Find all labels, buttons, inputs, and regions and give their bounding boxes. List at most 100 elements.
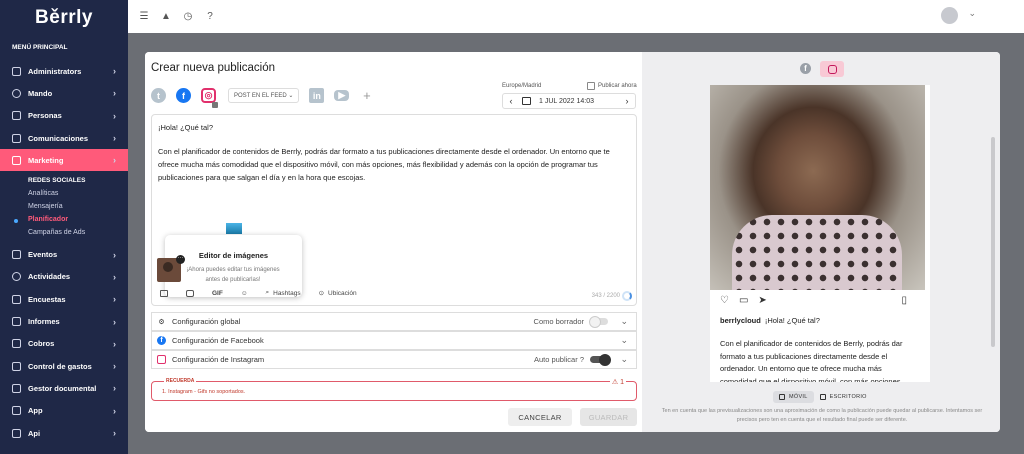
checkbox-icon[interactable]	[587, 82, 595, 90]
bell-icon[interactable]: ▲	[160, 11, 172, 23]
youtube-icon[interactable]: ▶	[334, 90, 350, 101]
publish-now-checkbox[interactable]: Publicar ahora	[587, 82, 637, 90]
date-value[interactable]: 1 JUL 2022 14:03	[539, 98, 619, 105]
instagram-icon	[827, 64, 837, 74]
hashtags-button[interactable]: ⌕ Hashtags	[265, 289, 300, 297]
mode-mobile-button[interactable]: MÓVIL	[773, 391, 814, 403]
sidebar-item-mando[interactable]: Mando ›	[0, 82, 128, 104]
video-icon[interactable]	[186, 289, 194, 297]
activity-icon	[12, 272, 21, 282]
chevron-right-icon: ›	[113, 383, 116, 394]
sidebar-item-api[interactable]: Api ›	[0, 422, 128, 444]
wallet-icon	[12, 361, 21, 371]
chevron-down-icon[interactable]: ⌄	[620, 316, 628, 327]
timezone-label[interactable]: Europe/Madrid	[502, 83, 541, 89]
twitter-icon[interactable]: t	[151, 88, 166, 103]
menu-icon[interactable]: ☰	[138, 11, 150, 23]
help-icon[interactable]: ?	[204, 11, 216, 23]
sidebar-item-administrators[interactable]: Administrators ›	[0, 60, 128, 82]
save-button[interactable]: GUARDAR	[580, 408, 637, 426]
card-icon	[12, 339, 21, 349]
instagram-icon[interactable]: ◎	[201, 88, 216, 103]
auto-publish-toggle[interactable]: Auto publicar ?	[534, 354, 611, 366]
calendar-icon	[12, 250, 21, 260]
sidebar-item-informes[interactable]: Informes ›	[0, 310, 128, 332]
toggle-switch[interactable]	[589, 316, 608, 328]
image-editor-icon[interactable]	[226, 223, 242, 234]
date-picker[interactable]: ‹ 1 JUL 2022 14:03 ›	[502, 93, 636, 109]
bookmark-icon[interactable]: ▯	[901, 295, 907, 306]
sidebar-item-eventos[interactable]: Eventos ›	[0, 243, 128, 265]
sidebar-item-app[interactable]: App ›	[0, 400, 128, 422]
linkedin-icon[interactable]: in	[309, 88, 325, 103]
warning-alert: RECUERDA 1. Instagram - Gifs no soportad…	[151, 378, 637, 401]
sidebar-item-actividades[interactable]: Actividades ›	[0, 266, 128, 288]
survey-icon	[12, 294, 21, 304]
send-icon[interactable]: ➤	[758, 295, 766, 306]
draft-toggle[interactable]: Como borrador	[534, 316, 608, 328]
preview-mode-switch: MÓVIL ESCRITORIO	[773, 391, 873, 403]
post-type-dropdown[interactable]: POST EN EL FEED ⌄	[228, 88, 300, 103]
chat-icon	[12, 133, 21, 143]
mode-desktop-button[interactable]: ESCRITORIO	[814, 391, 873, 403]
image-editor-tooltip: Editor de imágenes ¡Ahora puedes editar …	[165, 235, 302, 297]
folder-icon	[12, 383, 21, 393]
comment-icon[interactable]: ▭	[739, 295, 748, 306]
chevron-down-icon[interactable]: ⌄	[968, 8, 976, 19]
accordion-instagram[interactable]: Configuración de Instagram Auto publicar…	[151, 350, 637, 369]
gear-icon: ⚙	[158, 318, 165, 326]
heart-icon[interactable]: ♡	[720, 295, 729, 306]
facebook-icon[interactable]: f	[176, 88, 191, 103]
location-button[interactable]: ⊙ Ubicación	[318, 289, 357, 298]
chevron-down-icon[interactable]: ⌄	[620, 335, 628, 346]
accordion-global[interactable]: ⚙ Configuración global Como borrador ⌄	[151, 312, 637, 331]
accordion-facebook[interactable]: f Configuración de Facebook ⌄	[151, 331, 637, 350]
berrly-logo[interactable]: Běrrly	[0, 0, 128, 36]
chevron-right-icon: ›	[113, 66, 116, 77]
add-network-icon[interactable]: +	[359, 88, 374, 103]
more-options-icon[interactable]: ···	[176, 255, 185, 264]
avatar[interactable]	[941, 7, 958, 24]
sidebar-item-control-gastos[interactable]: Control de gastos ›	[0, 355, 128, 377]
phone-icon	[12, 406, 21, 416]
post-text-editor[interactable]: ¡Hola! ¿Qué tal? Con el planificador de …	[151, 114, 637, 306]
submenu-item-campanas[interactable]: Campañas de Ads	[0, 226, 128, 239]
image-icon[interactable]	[160, 289, 168, 297]
cancel-button[interactable]: CANCELAR	[508, 408, 572, 426]
tooltip-body: ¡Ahora puedes editar tus imágenes antes …	[186, 267, 280, 283]
submenu-item-analiticas[interactable]: Analíticas	[0, 187, 128, 200]
create-post-modal: Crear nueva publicación t f ◎ POST EN EL…	[145, 52, 1000, 432]
sidebar-item-cobros[interactable]: Cobros ›	[0, 333, 128, 355]
sidebar-item-encuestas[interactable]: Encuestas ›	[0, 288, 128, 310]
editor-toolbar: GIF ☺ ⌕ Hashtags ⊙ Ubicación	[160, 289, 375, 297]
modal-title: Crear nueva publicación	[151, 62, 276, 74]
facebook-preview-tab[interactable]: f	[800, 63, 811, 74]
post-greeting[interactable]: ¡Hola! ¿Qué tal?	[158, 123, 213, 132]
network-selector: t f ◎ POST EN EL FEED ⌄ in ▶ +	[151, 88, 384, 103]
chevron-down-icon[interactable]: ⌄	[620, 354, 628, 365]
submenu-item-planificador[interactable]: Planificador	[0, 213, 128, 226]
chevron-left-icon[interactable]: ‹	[503, 96, 519, 106]
lock-icon	[12, 66, 21, 76]
instagram-preview-tab[interactable]	[820, 61, 844, 77]
toggle-switch[interactable]	[590, 354, 611, 366]
preview-caption: Con el planificador de contenidos de Ber…	[720, 339, 903, 382]
chevron-right-icon[interactable]: ›	[619, 96, 635, 106]
chevron-right-icon: ›	[113, 316, 116, 327]
marketing-submenu: REDES SOCIALES Analíticas Mensajería Pla…	[0, 171, 128, 243]
preview-caption-head: berrlycloud ¡Hola! ¿Qué tal?	[720, 315, 925, 327]
emoji-icon[interactable]: ☺	[241, 290, 248, 297]
submenu-item-mensajeria[interactable]: Mensajería	[0, 200, 128, 213]
code-icon	[12, 428, 21, 438]
sidebar-item-gestor-documental[interactable]: Gestor documental ›	[0, 377, 128, 399]
alarm-icon[interactable]: ◷	[182, 11, 194, 23]
sidebar-item-comunicaciones[interactable]: Comunicaciones ›	[0, 127, 128, 149]
preview-username: berrlycloud	[720, 316, 761, 325]
pin-icon: ⊙	[318, 290, 325, 297]
preview-scrollbar[interactable]	[991, 137, 995, 347]
desktop-icon	[819, 394, 826, 400]
gif-button[interactable]: GIF	[212, 290, 223, 297]
post-body[interactable]: Con el planificador de contenidos de Ber…	[158, 145, 623, 184]
sidebar-item-marketing[interactable]: Marketing ›	[0, 149, 128, 172]
sidebar-item-personas[interactable]: Personas ›	[0, 105, 128, 127]
